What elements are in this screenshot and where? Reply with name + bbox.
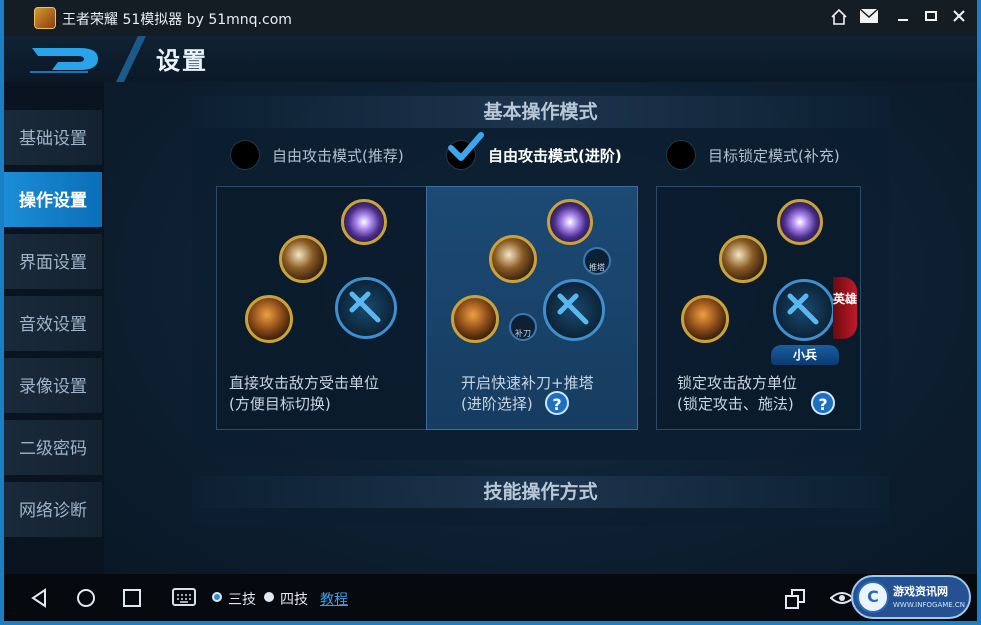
checkmark-icon <box>448 132 484 161</box>
hero-skill-icon <box>245 295 293 343</box>
skill-icon <box>489 235 537 283</box>
help-icon[interactable]: ? <box>811 391 835 415</box>
watermark-url: WWW.INFOGAME.CN <box>893 601 966 609</box>
skill-mode-title: 技能操作方式 <box>192 476 889 508</box>
mode-card-free-recommended[interactable]: 直接攻击敌方受击单位 (方便目标切换) <box>216 186 428 430</box>
skill-mode-radio-four[interactable] <box>264 592 274 602</box>
site-watermark: C 游戏资讯网 WWW.INFOGAME.CN <box>851 575 971 619</box>
sidebar-item-controls[interactable]: 操作设置 <box>4 172 102 230</box>
skill-icon <box>719 235 767 283</box>
sidebar-item-interface[interactable]: 界面设置 <box>4 234 102 292</box>
skill-icon <box>341 199 387 245</box>
page-title: 设置 <box>156 47 208 75</box>
radio-button[interactable] <box>666 140 696 170</box>
card-description: 锁定攻击敌方单位 (锁定攻击、施法) <box>677 374 798 413</box>
hero-target-badge: 英雄 <box>833 277 857 339</box>
hero-skill-icon <box>681 295 729 343</box>
watermark-text: 游戏资讯网 <box>893 585 948 598</box>
recents-icon[interactable] <box>122 588 142 608</box>
app-icon <box>34 7 56 29</box>
help-icon[interactable]: ? <box>545 391 569 415</box>
title-bar: 王者荣耀 51模拟器 by 51mnq.com <box>4 0 977 36</box>
skill-mode-label-three[interactable]: 三技 <box>228 589 256 609</box>
sidebar-item-password[interactable]: 二级密码 <box>4 420 102 478</box>
mode-option-label: 自由攻击模式(进阶) <box>488 147 622 165</box>
skill-icon <box>279 235 327 283</box>
sidebar: 基础设置 操作设置 界面设置 音效设置 录像设置 二级密码 网络诊断 <box>4 110 102 544</box>
tutorial-link[interactable]: 教程 <box>320 589 348 609</box>
push-tower-icon: 推塔 <box>583 247 611 275</box>
sidebar-item-sound[interactable]: 音效设置 <box>4 296 102 354</box>
card-description: 开启快速补刀+推塔 (进阶选择) <box>461 374 594 413</box>
maximize-icon[interactable] <box>920 8 942 28</box>
keyboard-icon[interactable] <box>172 588 196 606</box>
close-icon[interactable] <box>948 8 970 28</box>
sidebar-item-basic[interactable]: 基础设置 <box>4 110 102 168</box>
hero-skill-icon <box>451 295 499 343</box>
home-icon[interactable] <box>828 8 850 28</box>
multi-window-icon[interactable] <box>784 588 806 610</box>
radio-button[interactable] <box>230 140 260 170</box>
header-divider <box>116 36 146 82</box>
skill-mode-radio-three[interactable] <box>212 592 222 602</box>
skill-icon <box>547 199 593 245</box>
mode-option-label: 自由攻击模式(推荐) <box>272 147 404 165</box>
mail-icon[interactable] <box>858 8 880 28</box>
back-icon[interactable] <box>30 588 50 608</box>
mode-card-target-lock[interactable]: 英雄 小兵 锁定攻击敌方单位 (锁定攻击、施法) ? <box>656 186 861 430</box>
sidebar-item-network[interactable]: 网络诊断 <box>4 482 102 540</box>
skill-mode-label-four[interactable]: 四技 <box>280 589 308 609</box>
bottom-bar: 三技 四技 教程 <box>4 574 977 621</box>
minion-target-badge: 小兵 <box>771 345 839 365</box>
last-hit-icon: 补刀 <box>509 313 537 341</box>
card-description: 直接攻击敌方受击单位 (方便目标切换) <box>229 374 380 413</box>
sidebar-item-replay[interactable]: 录像设置 <box>4 358 102 416</box>
mode-card-free-advanced[interactable]: 推塔 补刀 开启快速补刀+推塔 (进阶选择) ? <box>426 186 638 430</box>
emulator-window: 王者荣耀 51模拟器 by 51mnq.com 设置 基础设置 操作设置 界面设… <box>4 0 977 621</box>
skill-icon <box>777 199 823 245</box>
attack-button-icon <box>773 279 835 341</box>
basic-mode-title: 基本操作模式 <box>192 96 889 128</box>
attack-button-icon <box>335 277 397 339</box>
home-circle-icon[interactable] <box>76 588 96 608</box>
window-title: 王者荣耀 51模拟器 by 51mnq.com <box>62 12 292 28</box>
watermark-logo-icon: C <box>857 581 889 613</box>
mode-option-free-advanced[interactable]: 自由攻击模式(进阶) <box>446 132 646 170</box>
mode-option-label: 目标锁定模式(补充) <box>708 147 840 165</box>
back-logo-icon[interactable] <box>28 44 108 74</box>
minimize-icon[interactable] <box>892 8 914 28</box>
attack-button-icon <box>543 279 605 341</box>
